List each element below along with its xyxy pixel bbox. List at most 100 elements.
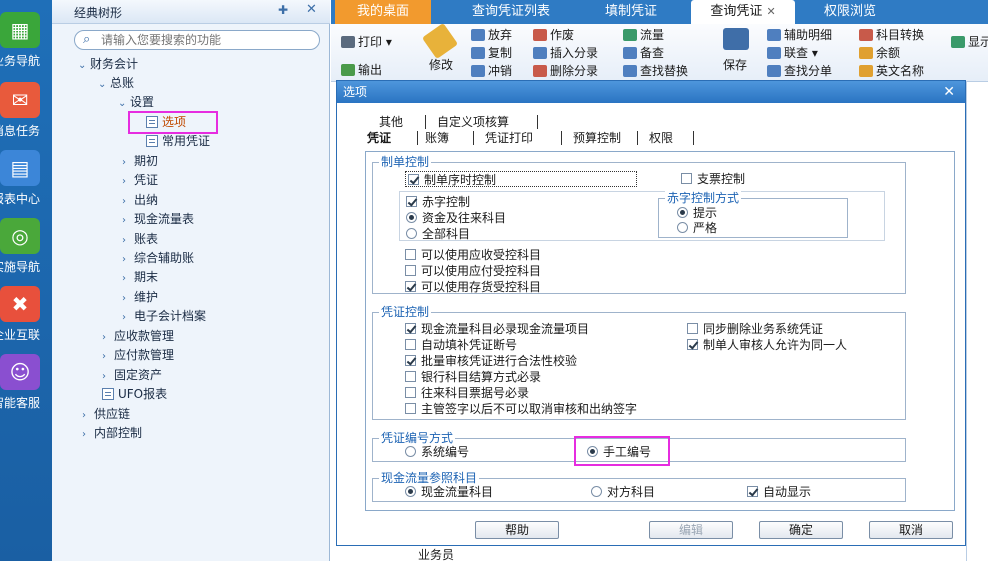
batch-check-checkbox[interactable]: 批量审核凭证进行合法性校验 bbox=[405, 353, 577, 369]
search-box[interactable]: ⌕ bbox=[74, 30, 320, 50]
tab-voucher-print[interactable]: 凭证打印 bbox=[485, 129, 533, 147]
tree-node-ufo[interactable]: UFO报表 bbox=[102, 385, 167, 403]
tab-query-voucher[interactable]: 查询凭证 ✕ bbox=[691, 0, 795, 24]
flow-button[interactable]: 流量 bbox=[623, 27, 664, 43]
export-icon bbox=[341, 64, 355, 76]
tab-permission[interactable]: 权限浏览 bbox=[805, 0, 895, 24]
subject-convert-button[interactable]: 科目转换 bbox=[859, 27, 924, 43]
cancel-button[interactable]: 取消 bbox=[869, 521, 953, 539]
tab-fill-voucher[interactable]: 填制凭证 bbox=[581, 0, 681, 24]
close-icon[interactable]: ✕ bbox=[306, 2, 317, 17]
show-button[interactable]: 显示 bbox=[951, 34, 988, 50]
search-input[interactable] bbox=[101, 32, 311, 48]
tab-bar: 我的桌面 查询凭证列表 填制凭证 查询凭证 ✕ 权限浏览 bbox=[331, 0, 988, 24]
tab-label: 我的桌面 bbox=[356, 4, 409, 19]
rail-item-message[interactable]: ✉ 消息任务 bbox=[0, 76, 52, 144]
auto-show-checkbox[interactable]: 自动显示 bbox=[747, 484, 811, 500]
copy-button[interactable]: 复制 bbox=[471, 45, 512, 61]
tree-node-cashier[interactable]: › 出纳 bbox=[122, 191, 158, 209]
use-ar-checkbox[interactable]: 可以使用应收受控科目 bbox=[405, 247, 541, 263]
tab-voucher-list[interactable]: 查询凭证列表 bbox=[451, 0, 571, 24]
void-button[interactable]: 作废 bbox=[533, 27, 574, 43]
tab-ledger[interactable]: 账簿 bbox=[425, 129, 449, 147]
tree-node-label: 总账 bbox=[110, 76, 135, 90]
bank-settle-checkbox[interactable]: 银行科目结算方式必录 bbox=[405, 369, 541, 385]
report-icon: ▤ bbox=[0, 150, 40, 186]
delete-icon bbox=[533, 65, 547, 77]
english-name-button[interactable]: 英文名称 bbox=[859, 63, 924, 79]
group-entry-control: 制单控制 制单序时控制 支票控制 赤字控制 资金及往来科目 全部科目 赤字控制方… bbox=[372, 154, 906, 295]
same-person-checkbox[interactable]: 制单人审核人允许为同一人 bbox=[687, 337, 847, 353]
ok-button[interactable]: 确定 bbox=[759, 521, 843, 539]
prompt-radio[interactable]: 提示 bbox=[677, 205, 717, 221]
tree-node-fixed-assets[interactable]: › 固定资产 bbox=[102, 366, 162, 384]
cash-account-radio[interactable]: 资金及往来科目 bbox=[406, 210, 506, 226]
insert-entry-button[interactable]: 插入分录 bbox=[533, 45, 598, 61]
serial-time-checkbox[interactable]: 制单序时控制 bbox=[405, 171, 637, 187]
sync-delete-checkbox[interactable]: 同步删除业务系统凭证 bbox=[687, 321, 823, 337]
contra-account-radio[interactable]: 对方科目 bbox=[591, 484, 655, 500]
tree-node-supply[interactable]: › 供应链 bbox=[82, 405, 130, 423]
ticket-no-checkbox[interactable]: 往来科目票据号必录 bbox=[405, 385, 529, 401]
tab-voucher[interactable]: 凭证 bbox=[367, 129, 391, 147]
tree-node-cashflow[interactable]: › 现金流量表 bbox=[122, 210, 194, 228]
tree-node-label: 供应链 bbox=[94, 407, 131, 421]
print-button[interactable]: 打印 ▾ bbox=[341, 34, 392, 50]
tab-budget[interactable]: 预算控制 bbox=[573, 129, 621, 147]
tree-node-opening[interactable]: › 期初 bbox=[122, 152, 158, 170]
find-replace-button[interactable]: 查找替换 bbox=[623, 63, 688, 79]
rail-item-impl-nav[interactable]: ◎ 实施导航 bbox=[0, 212, 52, 280]
use-ap-checkbox[interactable]: 可以使用应付受控科目 bbox=[405, 263, 541, 279]
tree-node-internal[interactable]: › 内部控制 bbox=[82, 424, 142, 442]
tab-desktop[interactable]: 我的桌面 bbox=[335, 0, 431, 24]
find-entry-button[interactable]: 查找分单 bbox=[767, 63, 832, 79]
abandon-label: 放弃 bbox=[488, 28, 513, 42]
edit-button[interactable]: 编辑 bbox=[649, 521, 733, 539]
cheque-checkbox[interactable]: 支票控制 bbox=[681, 171, 745, 187]
rail-item-service[interactable]: ☺ 智能客服 bbox=[0, 348, 52, 416]
cashflow-account-radio[interactable]: 现金流量科目 bbox=[405, 484, 493, 500]
tree-node-label: 维护 bbox=[134, 290, 159, 304]
left-rail: ▦ 业务导航 ✉ 消息任务 ▤ 报表中心 ◎ 实施导航 ✖ 企业互联 ☺ 智能客… bbox=[0, 0, 52, 561]
pin-icon[interactable]: ✚ bbox=[278, 3, 288, 17]
help-button[interactable]: 帮助 bbox=[475, 521, 559, 539]
tree-node-maintain[interactable]: › 维护 bbox=[122, 288, 158, 306]
rail-item-enterprise[interactable]: ✖ 企业互联 bbox=[0, 280, 52, 348]
memo-button[interactable]: 备查 bbox=[623, 45, 664, 61]
close-icon[interactable]: ✕ bbox=[943, 81, 955, 103]
system-number-radio[interactable]: 系统编号 bbox=[405, 444, 469, 460]
rail-item-report[interactable]: ▤ 报表中心 bbox=[0, 144, 52, 212]
tree-node-ar[interactable]: › 应收款管理 bbox=[102, 327, 174, 345]
tree-node-common-voucher[interactable]: 常用凭证 bbox=[146, 132, 210, 150]
tree-node-ledger[interactable]: › 账表 bbox=[122, 230, 158, 248]
save-button[interactable]: 保存 bbox=[723, 57, 747, 73]
tree-node-finance[interactable]: ⌄ 财务会计 bbox=[78, 55, 138, 73]
tree-node-settings[interactable]: ⌄ 设置 bbox=[118, 93, 154, 111]
strict-radio[interactable]: 严格 bbox=[677, 220, 717, 236]
search-icon bbox=[767, 65, 781, 77]
delete-entry-button[interactable]: 删除分录 bbox=[533, 63, 598, 79]
auto-fill-checkbox[interactable]: 自动填补凭证断号 bbox=[405, 337, 517, 353]
tree-node-ap[interactable]: › 应付款管理 bbox=[102, 346, 174, 364]
cashflow-required-checkbox[interactable]: 现金流量科目必录现金流量项目 bbox=[405, 321, 589, 337]
find-entry-label: 查找分单 bbox=[784, 64, 833, 78]
tree-node-voucher[interactable]: › 凭证 bbox=[122, 171, 158, 189]
tree-node-period-end[interactable]: › 期末 bbox=[122, 268, 158, 286]
close-icon[interactable]: ✕ bbox=[766, 5, 775, 18]
all-account-radio[interactable]: 全部科目 bbox=[406, 226, 470, 242]
output-button[interactable]: 输出 bbox=[341, 62, 382, 78]
red-control-checkbox[interactable]: 赤字控制 bbox=[406, 194, 470, 210]
tree-node-aux[interactable]: › 综合辅助账 bbox=[122, 249, 194, 267]
tree-node-gl[interactable]: ⌄ 总账 bbox=[98, 74, 134, 92]
abandon-button[interactable]: 放弃 bbox=[471, 27, 512, 43]
supervisor-checkbox[interactable]: 主管签字以后不可以取消审核和出纳签字 bbox=[405, 401, 637, 417]
rail-item-business-nav[interactable]: ▦ 业务导航 bbox=[0, 6, 52, 74]
tab-permission[interactable]: 权限 bbox=[649, 129, 673, 147]
modify-button[interactable]: 修改 bbox=[429, 57, 453, 73]
link-query-button[interactable]: 联查 ▾ bbox=[767, 45, 818, 61]
use-inv-checkbox[interactable]: 可以使用存货受控科目 bbox=[405, 279, 541, 295]
tree-node-archive[interactable]: › 电子会计档案 bbox=[122, 307, 206, 325]
aux-detail-button[interactable]: 辅助明细 bbox=[767, 27, 832, 43]
offset-button[interactable]: 冲销 bbox=[471, 63, 512, 79]
balance-button[interactable]: 余额 bbox=[859, 45, 900, 61]
